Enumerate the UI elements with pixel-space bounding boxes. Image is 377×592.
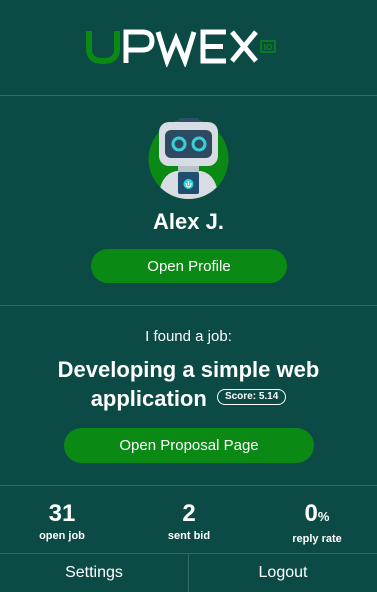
stat-reply-rate-value-wrap: 0% (257, 500, 377, 531)
stat-reply-rate: 0% reply rate (257, 500, 377, 545)
stat-open-job-label: open job (39, 530, 85, 542)
upwex-logo: IO (86, 29, 276, 67)
logo-suffix: IO (264, 43, 272, 52)
profile-name: Alex J. (153, 209, 224, 234)
job-title-block: Developing a simple web application Scor… (20, 355, 357, 413)
logout-link[interactable]: Logout (189, 554, 377, 592)
stat-reply-rate-label: reply rate (292, 533, 342, 545)
open-proposal-button[interactable]: Open Proposal Page (64, 428, 314, 463)
job-intro-text: I found a job: (145, 328, 232, 345)
popup-app: IO Alex J. Open Profile I found a job: D… (0, 0, 377, 592)
stat-reply-rate-unit: % (317, 509, 330, 524)
header: IO (0, 0, 377, 95)
robot-avatar-icon (148, 118, 229, 199)
stat-sent-bid-value: 2 (182, 500, 196, 527)
divider-job (0, 485, 377, 486)
settings-link[interactable]: Settings (0, 554, 188, 592)
stat-sent-bid-label: sent bid (167, 530, 211, 542)
stat-open-job: 31 open job (2, 500, 122, 542)
divider-header (0, 95, 377, 96)
score-badge: Score: 5.14 (216, 389, 287, 406)
stat-sent-bid: 2 sent bid (129, 500, 249, 542)
divider-profile (0, 305, 377, 306)
open-profile-button[interactable]: Open Profile (91, 249, 287, 283)
stat-open-job-value: 31 (48, 500, 76, 527)
stat-reply-rate-value: 0 (304, 500, 318, 527)
